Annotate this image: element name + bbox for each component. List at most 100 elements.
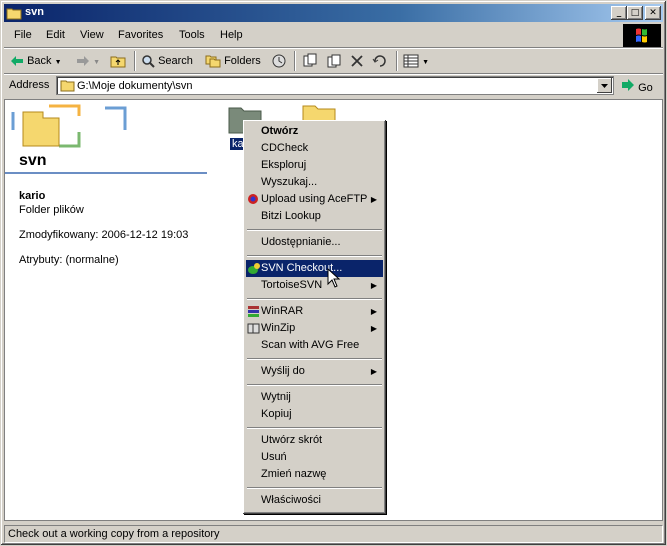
menu-tortoisesvn-label: TortoiseSVN [261, 279, 323, 291]
up-folder-icon [110, 56, 126, 68]
folders-icon [205, 55, 221, 68]
folder-banner-icon [11, 104, 127, 148]
title-underline [5, 172, 207, 174]
menu-explore[interactable]: Eksploruj [246, 157, 383, 174]
menu-separator [247, 384, 382, 386]
modified-date: Zmodyfikowany: 2006-12-12 19:03 [19, 229, 189, 241]
menu-sharing[interactable]: Udostępnianie... [246, 234, 383, 251]
menu-help[interactable]: Help [220, 29, 243, 41]
menu-tortoisesvn[interactable]: TortoiseSVN ▶ [246, 277, 383, 294]
menu-open[interactable]: Otwórz [246, 123, 383, 140]
menu-delete[interactable]: Usuń [246, 449, 383, 466]
menu-separator [247, 487, 382, 489]
menu-winzip[interactable]: WinZip ▶ [246, 320, 383, 337]
copy-to-icon [327, 54, 341, 68]
menu-svn-checkout[interactable]: SVN Checkout... [246, 260, 383, 277]
undo-icon [372, 55, 386, 67]
up-folder-button[interactable] [110, 52, 126, 70]
submenu-arrow-icon: ▶ [370, 367, 377, 376]
menu-properties[interactable]: Właściwości [246, 492, 383, 509]
menu-winrar[interactable]: WinRAR ▶ [246, 303, 383, 320]
menu-separator [247, 298, 382, 300]
menu-cdcheck[interactable]: CDCheck [246, 140, 383, 157]
address-dropdown-button[interactable] [597, 78, 612, 93]
menu-send-to-label: Wyślij do [261, 365, 305, 377]
search-button[interactable]: Search [141, 52, 193, 70]
menu-file[interactable]: File [14, 29, 32, 41]
submenu-arrow-icon: ▶ [370, 281, 377, 290]
menu-favorites[interactable]: Favorites [118, 29, 163, 41]
explorer-window: svn _ □ ✕ File Edit View Favorites Tools… [0, 0, 667, 546]
status-bar: Check out a working copy from a reposito… [4, 524, 663, 544]
menu-tools[interactable]: Tools [179, 29, 205, 41]
address-label: Address [9, 79, 50, 91]
go-button[interactable]: Go [621, 78, 653, 94]
go-label: Go [638, 82, 653, 94]
copy-to-button[interactable] [326, 52, 342, 70]
toolbar-separator [396, 51, 398, 71]
status-text: Check out a working copy from a reposito… [4, 525, 663, 543]
submenu-arrow-icon: ▶ [370, 195, 377, 204]
menu-bitzi-lookup[interactable]: Bitzi Lookup [246, 208, 383, 225]
move-to-button[interactable] [302, 52, 318, 70]
address-value: G:\Moje dokumenty\svn [77, 80, 193, 92]
move-to-icon [303, 53, 317, 67]
undo-button[interactable] [372, 52, 388, 70]
minimize-button[interactable]: _ [611, 6, 627, 20]
menu-bar: File Edit View Favorites Tools Help [4, 25, 624, 45]
menu-create-shortcut[interactable]: Utwórz skrót [246, 432, 383, 449]
menu-view[interactable]: View [80, 29, 104, 41]
close-button[interactable]: ✕ [645, 6, 661, 20]
views-button[interactable]: ▼ [403, 52, 429, 70]
forward-arrow-icon [77, 56, 89, 67]
submenu-arrow-icon: ▶ [370, 307, 377, 316]
back-label: Back [27, 55, 52, 67]
views-dropdown-icon[interactable]: ▼ [422, 59, 429, 66]
folders-button[interactable]: Folders [205, 52, 261, 70]
go-arrow-icon [622, 79, 634, 91]
folder-icon [6, 8, 22, 20]
forward-dropdown-icon[interactable]: ▼ [93, 59, 100, 66]
aceftp-icon [248, 194, 258, 204]
back-arrow-icon [11, 56, 23, 67]
history-icon [272, 54, 286, 68]
menu-rename[interactable]: Zmień nazwę [246, 466, 383, 483]
mouse-cursor-icon [327, 268, 341, 288]
menu-separator [247, 255, 382, 257]
toolbar: Back ▼ ▼ Search Folders ▼ [4, 49, 663, 73]
delete-x-icon [351, 55, 363, 67]
attributes: Atrybuty: (normalne) [19, 254, 119, 266]
search-icon [142, 55, 155, 68]
delete-button[interactable] [350, 52, 364, 70]
menu-separator [247, 427, 382, 429]
menu-copy[interactable]: Kopiuj [246, 406, 383, 423]
menu-send-to[interactable]: Wyślij do ▶ [246, 363, 383, 380]
menu-separator [247, 229, 382, 231]
menu-edit[interactable]: Edit [46, 29, 65, 41]
address-bar: Address G:\Moje dokumenty\svn Go [4, 75, 663, 97]
windows-logo-icon [623, 24, 661, 48]
toolbar-separator [134, 51, 136, 71]
menu-scan-avg[interactable]: Scan with AVG Free [246, 337, 383, 354]
address-input[interactable]: G:\Moje dokumenty\svn [56, 76, 614, 95]
toolbar-separator [294, 51, 296, 71]
menu-search[interactable]: Wyszukaj... [246, 174, 383, 191]
tortoisesvn-icon [248, 263, 260, 274]
window-title: svn [25, 6, 44, 18]
history-button[interactable] [271, 52, 287, 70]
menu-separator [247, 358, 382, 360]
maximize-button[interactable]: □ [627, 6, 643, 20]
submenu-arrow-icon: ▶ [370, 324, 377, 333]
selected-item-name: kario [19, 190, 46, 202]
menu-upload-aceftp[interactable]: Upload using AceFTP ▶ [246, 191, 383, 208]
forward-button[interactable]: ▼ [76, 52, 100, 70]
menu-cut[interactable]: Wytnij [246, 389, 383, 406]
title-bar[interactable]: svn _ □ ✕ [4, 4, 663, 22]
views-icon [403, 54, 419, 68]
folder-icon [60, 80, 75, 92]
back-button[interactable]: Back ▼ [10, 52, 62, 70]
winrar-icon [248, 306, 259, 317]
search-label: Search [158, 55, 193, 67]
chevron-down-icon [601, 84, 608, 88]
back-dropdown-icon[interactable]: ▼ [55, 59, 62, 66]
